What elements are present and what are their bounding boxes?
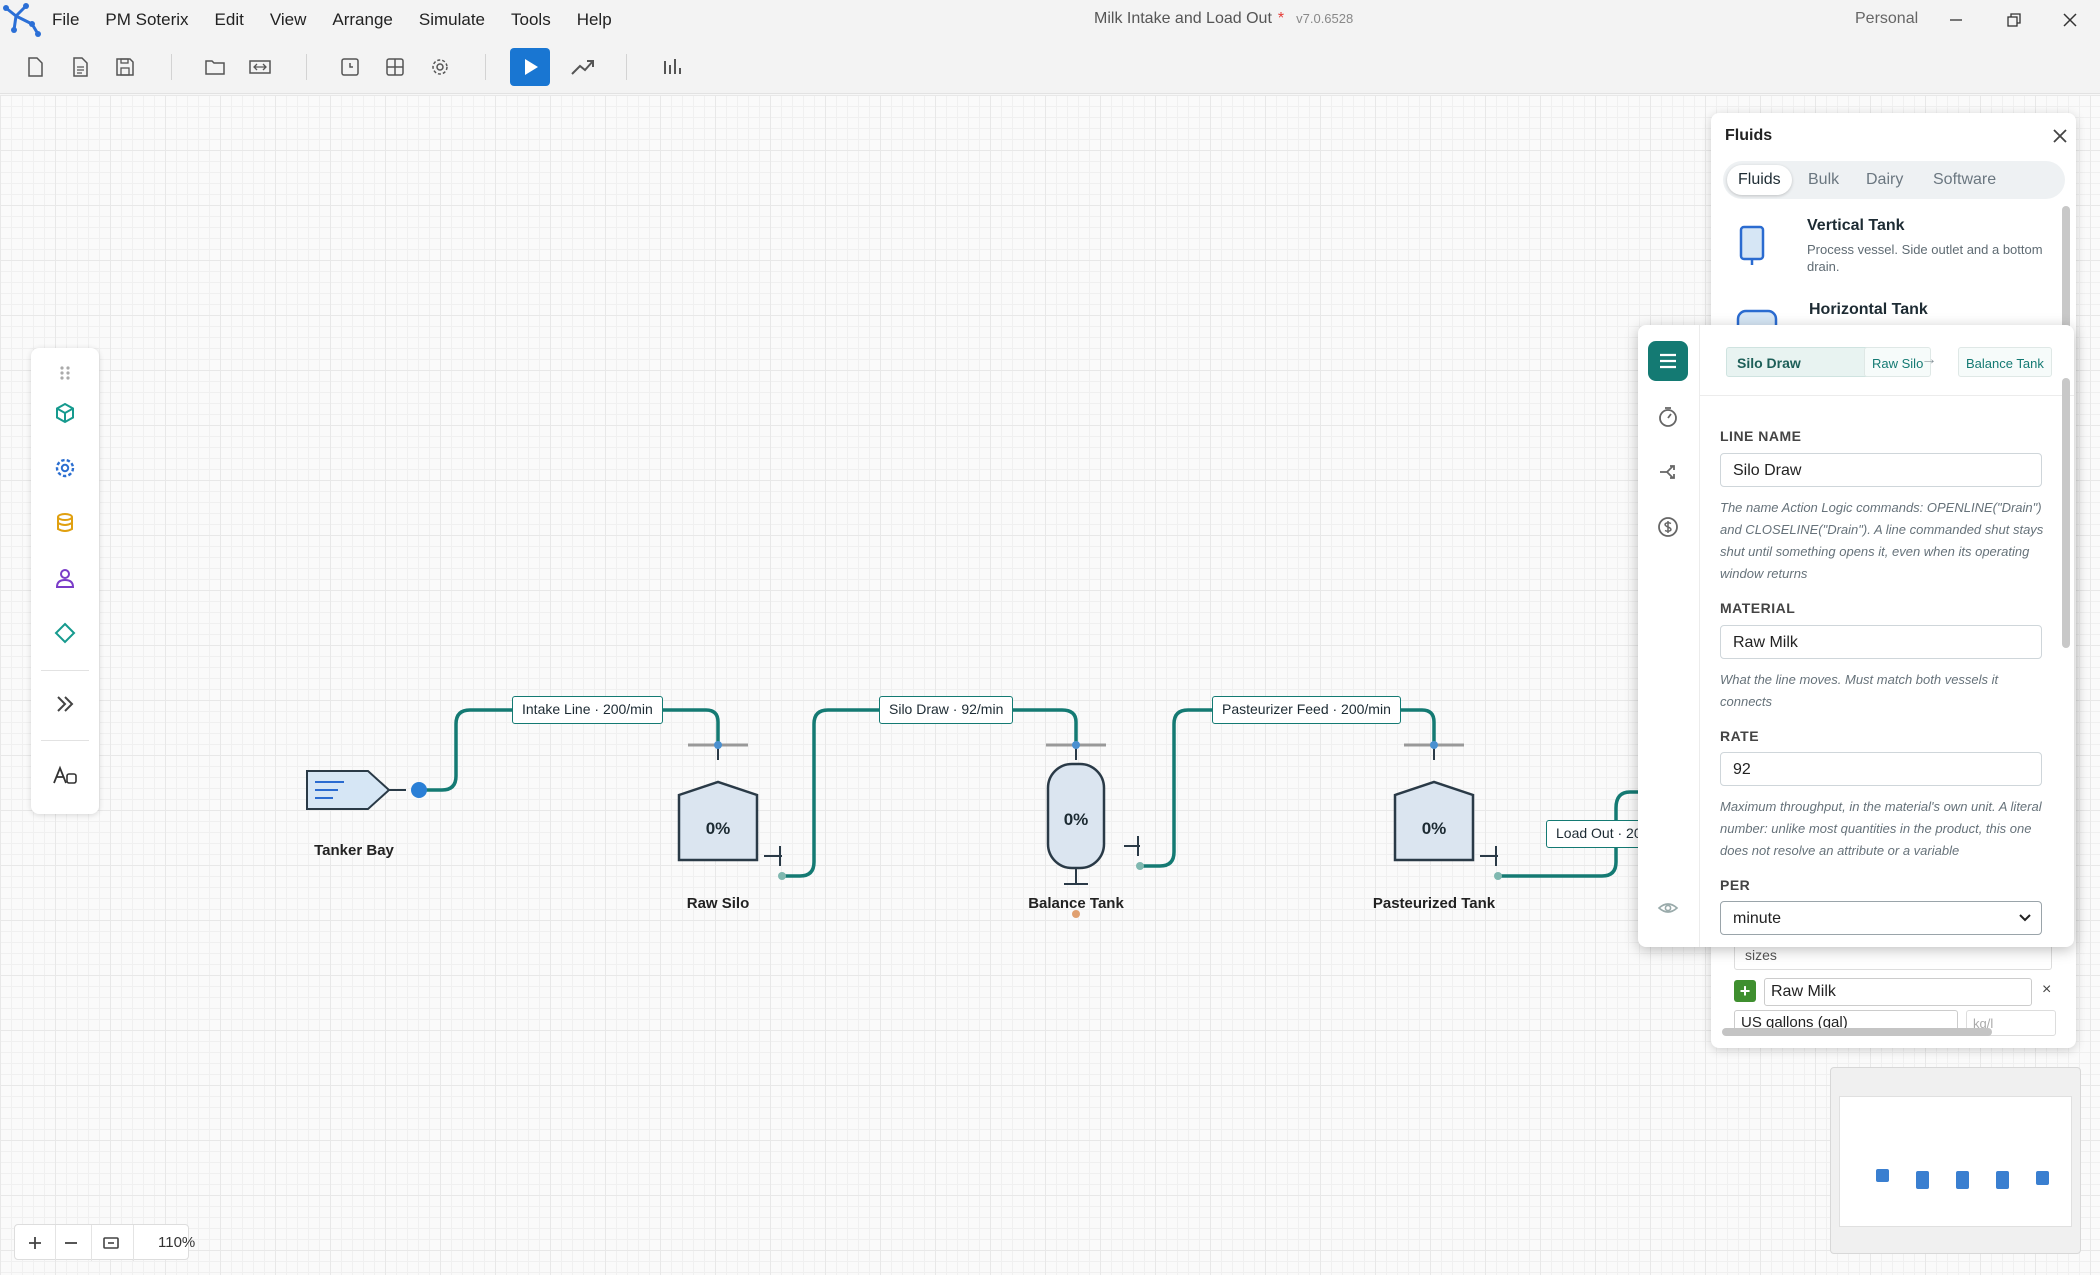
vertical-tank-icon — [1739, 225, 1765, 265]
add-material-button[interactable]: + — [1734, 980, 1756, 1002]
cube-icon[interactable] — [50, 398, 80, 428]
line-label-load-out[interactable]: Load Out · 20 — [1546, 820, 1642, 848]
tool-palette — [31, 348, 99, 814]
balance-tank-level: 0% — [1063, 810, 1089, 829]
node-label-pasteurized-tank[interactable]: Pasteurized Tank — [1373, 895, 1495, 912]
line-label-silo-draw[interactable]: Silo Draw · 92/min — [879, 696, 1014, 724]
zoom-separator — [133, 1225, 134, 1261]
plus-icon — [29, 1237, 41, 1249]
list-icon — [1660, 353, 1676, 369]
line-name-input[interactable]: Silo Draw — [1720, 453, 2042, 487]
drag-handle-icon[interactable] — [50, 358, 80, 388]
cost-tab[interactable] — [1648, 507, 1688, 547]
person-icon[interactable] — [50, 563, 80, 593]
shape-vertical-tank[interactable]: Vertical Tank Process vessel. Side outle… — [1723, 217, 2043, 287]
routing-tab[interactable] — [1648, 452, 1688, 492]
zoom-separator — [91, 1225, 92, 1261]
gear-icon[interactable] — [50, 453, 80, 483]
eye-icon — [1657, 903, 1679, 913]
timing-tab[interactable] — [1648, 397, 1688, 437]
per-label: PER — [1720, 877, 1751, 893]
zoom-level[interactable]: 110% — [158, 1234, 195, 1251]
minimap-node — [1996, 1171, 2009, 1189]
material-label: MATERIAL — [1720, 600, 1796, 616]
fluids-panel-title: Fluids — [1725, 127, 1773, 144]
sizes-label: sizes — [1745, 947, 1777, 963]
fit-screen-icon — [103, 1237, 119, 1249]
material-name-input[interactable]: Raw Milk — [1764, 978, 2032, 1006]
minus-icon — [65, 1242, 77, 1244]
zoom-separator — [55, 1225, 56, 1261]
remove-material-button[interactable]: × — [2042, 981, 2051, 999]
horizontal-scrollbar[interactable] — [1722, 1028, 1992, 1036]
node-label-tanker-bay[interactable]: Tanker Bay — [314, 842, 394, 859]
pasteurized-tank-shape — [1393, 741, 1502, 880]
minimap-node — [2036, 1171, 2049, 1185]
shape-name: Horizontal Tank — [1809, 301, 1928, 318]
rate-label: RATE — [1720, 728, 1760, 744]
tab-fluids[interactable]: Fluids — [1727, 165, 1792, 195]
tab-bulk[interactable]: Bulk — [1797, 165, 1850, 195]
silo-draw-pipe — [780, 708, 1078, 878]
line-name-help: The name Action Logic commands: OPENLINE… — [1720, 500, 2044, 581]
line-label-pasteurizer-feed[interactable]: Pasteurizer Feed · 200/min — [1212, 696, 1401, 724]
palette-divider — [41, 670, 89, 671]
balance-tank-shape — [1046, 741, 1144, 918]
shape-description: Process vessel. Side outlet and a bottom… — [1807, 242, 2043, 274]
tanker-bay-shape — [306, 770, 427, 810]
inspector-form: LINE NAME Silo Draw The name Action Logi… — [1700, 378, 2074, 947]
per-select-value: minute — [1733, 910, 1782, 927]
branch-icon — [1660, 465, 1675, 479]
palette-divider — [41, 740, 89, 741]
tab-dairy[interactable]: Dairy — [1855, 165, 1914, 195]
chevron-down-icon — [2019, 914, 2031, 922]
node-label-balance-tank[interactable]: Balance Tank — [1028, 895, 1124, 912]
inspector-scrollbar[interactable] — [2062, 378, 2070, 648]
fluids-tabs: Fluids Bulk Dairy Software — [1723, 161, 2065, 199]
raw-silo-shape — [677, 741, 786, 880]
zoom-out-button[interactable] — [59, 1231, 83, 1255]
stopwatch-icon — [1659, 407, 1677, 427]
rate-help: Maximum throughput, in the material's ow… — [1720, 799, 2042, 858]
minimap[interactable] — [1830, 1067, 2081, 1254]
minimap-node — [1956, 1171, 1969, 1189]
database-icon[interactable] — [50, 508, 80, 538]
fit-to-screen-button[interactable] — [99, 1231, 123, 1255]
material-help: What the line moves. Must match both ves… — [1720, 672, 1999, 709]
node-label-raw-silo[interactable]: Raw Silo — [687, 895, 750, 912]
line-inspector-panel: Silo Draw Raw Silo → Balance Tank LINE N… — [1638, 325, 2074, 947]
visibility-toggle[interactable] — [1648, 888, 1688, 928]
minimap-node — [1916, 1171, 1929, 1189]
minimap-node — [1876, 1169, 1889, 1182]
text-style-icon[interactable] — [50, 761, 80, 791]
zoom-in-button[interactable] — [23, 1231, 47, 1255]
rate-input[interactable]: 92 — [1720, 752, 2042, 786]
minimap-viewport[interactable] — [1839, 1096, 2072, 1227]
close-icon[interactable] — [2051, 127, 2069, 150]
to-vessel-chip[interactable]: Balance Tank — [1958, 347, 2052, 377]
tab-software[interactable]: Software — [1922, 165, 2007, 195]
arrow-right-icon: → — [1921, 351, 1937, 368]
diamond-icon[interactable] — [50, 618, 80, 648]
line-name-chip: Silo Draw — [1726, 347, 1886, 377]
raw-silo-level: 0% — [705, 819, 731, 838]
per-select[interactable]: minute — [1720, 901, 2042, 935]
zoom-controls: 110% — [14, 1224, 195, 1261]
dollar-icon — [1658, 517, 1678, 537]
material-input[interactable]: Raw Milk — [1720, 625, 2042, 659]
pasteurized-tank-level: 0% — [1421, 819, 1447, 838]
shape-name: Vertical Tank — [1807, 217, 1905, 234]
line-name-label: LINE NAME — [1720, 428, 1802, 444]
double-chevron-icon[interactable] — [50, 689, 80, 719]
inspector-rail — [1638, 325, 1700, 947]
pasteurizer-feed-pipe — [1138, 708, 1436, 868]
properties-tab[interactable] — [1648, 341, 1688, 381]
line-label-intake[interactable]: Intake Line · 200/min — [512, 696, 663, 724]
